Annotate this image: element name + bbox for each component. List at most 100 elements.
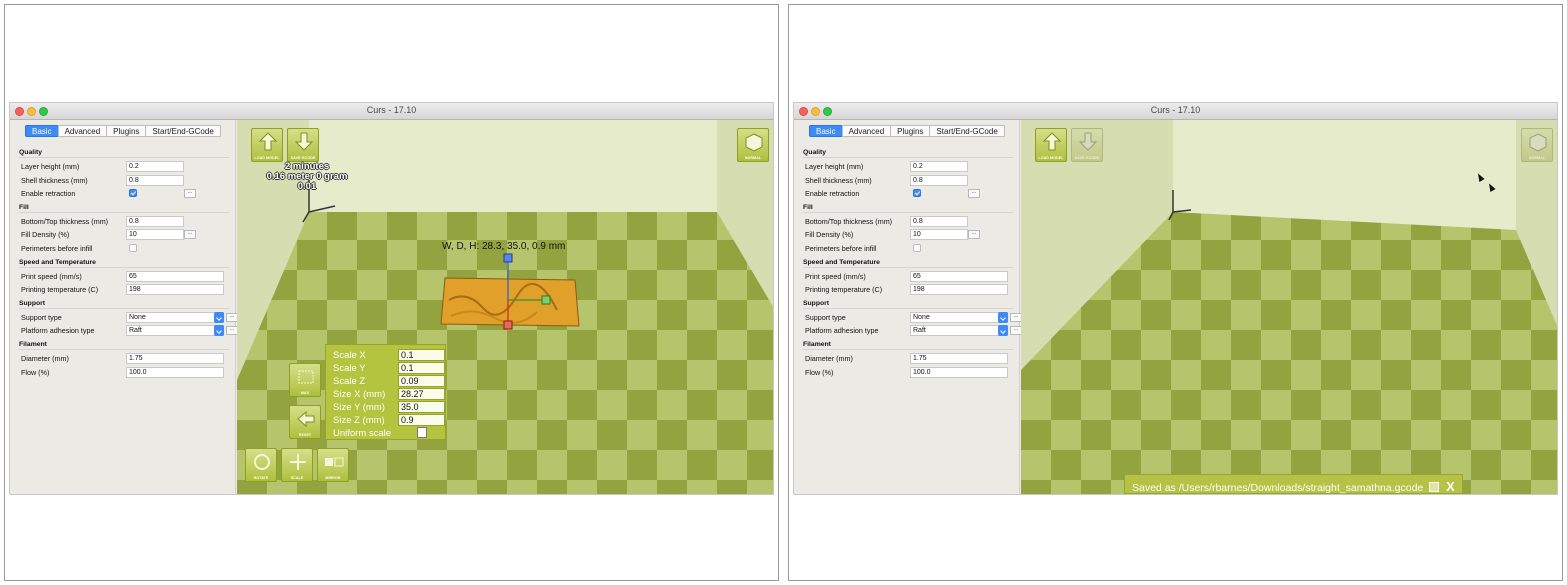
- perimeters-checkbox[interactable]: [913, 243, 921, 252]
- title-bar: Curs - 17.10: [794, 103, 1557, 120]
- uniform-scale-label: Uniform scale: [333, 428, 392, 439]
- platform-adhesion-select[interactable]: Raft: [126, 325, 224, 337]
- fill-more-button[interactable]: ...: [968, 230, 980, 240]
- estimate-cost: 0.01: [297, 181, 317, 192]
- load-model-button[interactable]: LOAD MODEL: [1035, 128, 1067, 162]
- layer-height-input[interactable]: 0.2: [126, 161, 184, 172]
- tab-basic[interactable]: Basic: [25, 125, 59, 137]
- save-gcode-button[interactable]: SAVE GCODE: [287, 128, 319, 162]
- rotate-button[interactable]: ROTATE: [245, 448, 277, 482]
- size-y-label: Size Y (mm): [333, 402, 385, 413]
- settings-sidebar: Basic Advanced Plugins Start/End-GCode Q…: [794, 120, 1024, 494]
- printing-temperature-label: Printing temperature (C): [805, 285, 883, 295]
- model-dimensions: W, D, H: 28.3, 35.0, 0.9 mm: [442, 241, 566, 252]
- scale-z-input[interactable]: 0.09: [398, 375, 445, 387]
- tab-basic[interactable]: Basic: [809, 125, 843, 137]
- layer-height-input[interactable]: 0.2: [910, 161, 968, 172]
- tab-advanced[interactable]: Advanced: [57, 125, 108, 137]
- max-scale-button[interactable]: MAX: [289, 363, 321, 397]
- bottom-top-thickness-input[interactable]: 0.8: [910, 215, 968, 227]
- view-mode-button[interactable]: NORMAL: [737, 128, 769, 162]
- platform-adhesion-value: Raft: [913, 327, 926, 335]
- scale-y-input[interactable]: 0.1: [398, 362, 445, 374]
- support-type-value: None: [129, 313, 146, 321]
- screenshot-left: Curs - 17.10 Basic Advanced Plugins Star…: [4, 4, 779, 581]
- section-support: Support: [803, 297, 1013, 309]
- 3d-viewport[interactable]: LOAD MODEL SAVE GCODE NORMAL 2 minutes 0…: [237, 120, 773, 494]
- print-speed-input[interactable]: 65: [126, 270, 224, 282]
- reset-scale-button[interactable]: RESET: [289, 405, 321, 439]
- flow-input[interactable]: 100.0: [910, 366, 1008, 378]
- bottom-top-thickness-input[interactable]: 0.8: [126, 215, 184, 227]
- scale-x-input[interactable]: 0.1: [398, 349, 445, 361]
- enable-retraction-checkbox[interactable]: [129, 189, 137, 198]
- bottom-top-thickness-label: Bottom/Top thickness (mm): [805, 216, 893, 226]
- section-quality: Quality: [803, 146, 1013, 158]
- chevron-down-icon: [214, 311, 224, 323]
- shell-thickness-input[interactable]: 0.8: [910, 174, 968, 186]
- flow-input[interactable]: 100.0: [126, 366, 224, 378]
- size-y-input[interactable]: 35.0: [398, 401, 445, 413]
- upload-icon: [258, 132, 278, 151]
- load-model-button[interactable]: LOAD MODEL: [251, 128, 283, 162]
- layer-height-label: Layer height (mm): [805, 162, 864, 171]
- enable-retraction-checkbox[interactable]: [913, 189, 921, 198]
- mirror-button[interactable]: MIRROR: [317, 448, 349, 482]
- save-gcode-button[interactable]: SAVE GCODE: [1071, 128, 1103, 162]
- retraction-more-button[interactable]: ...: [184, 189, 196, 199]
- tab-plugins[interactable]: Plugins: [890, 125, 931, 137]
- print-speed-label: Print speed (mm/s): [805, 271, 866, 281]
- maximize-icon: [298, 370, 314, 384]
- rotate-label: ROTATE: [253, 476, 269, 480]
- platform-adhesion-select[interactable]: Raft: [910, 325, 1008, 337]
- section-filament: Filament: [19, 338, 229, 350]
- printing-temperature-input[interactable]: 198: [126, 284, 224, 296]
- cube-icon: [1529, 133, 1547, 152]
- fill-more-button[interactable]: ...: [184, 230, 196, 240]
- 3d-viewport[interactable]: LOAD MODEL SAVE GCODE NORMAL Saved as /U…: [1021, 120, 1557, 494]
- scale-panel: Scale X 0.1 Scale Y 0.1 Scale Z 0.09 Size X…: [325, 344, 446, 440]
- cura-window: Curs - 17.10 Basic Advanced Plugins Star…: [793, 102, 1558, 495]
- support-type-select[interactable]: None: [126, 311, 224, 323]
- uniform-scale-lock-icon[interactable]: [417, 427, 427, 438]
- window-title: Curs - 17.10: [366, 105, 417, 115]
- printing-temperature-label: Printing temperature (C): [21, 285, 99, 295]
- view-mode-label: NORMAL: [1528, 156, 1546, 160]
- shell-thickness-input[interactable]: 0.8: [126, 174, 184, 186]
- tab-start-end-gcode[interactable]: Start/End-GCode: [145, 125, 221, 137]
- diameter-input[interactable]: 1.75: [126, 352, 224, 364]
- floppy-disk-icon[interactable]: [1429, 482, 1440, 492]
- title-bar: Curs - 17.10: [10, 103, 773, 120]
- load-model-label: LOAD MODEL: [1038, 156, 1064, 160]
- size-z-input[interactable]: 0.9: [398, 414, 445, 426]
- section-quality: Quality: [19, 146, 229, 158]
- perimeters-checkbox[interactable]: [129, 243, 137, 252]
- retraction-more-button[interactable]: ...: [968, 189, 980, 199]
- arrow-left-icon: [297, 410, 315, 428]
- close-notification-button[interactable]: X: [1446, 479, 1455, 494]
- scale-y-label: Scale Y: [333, 363, 366, 374]
- print-speed-input[interactable]: 65: [910, 270, 1008, 282]
- basic-settings-form: Quality Layer height (mm) 0.2 Shell thick…: [19, 146, 238, 379]
- size-x-input[interactable]: 28.27: [398, 388, 445, 400]
- diameter-label: Diameter (mm): [805, 353, 853, 363]
- section-speed-temperature: Speed and Temperature: [803, 256, 1013, 268]
- mirror-label: MIRROR: [325, 476, 341, 480]
- view-mode-button[interactable]: NORMAL: [1521, 128, 1553, 162]
- scale-arrows-icon: [290, 454, 306, 470]
- tab-start-end-gcode[interactable]: Start/End-GCode: [929, 125, 1005, 137]
- diameter-input[interactable]: 1.75: [910, 352, 1008, 364]
- scale-x-label: Scale X: [333, 350, 366, 361]
- printing-temperature-input[interactable]: 198: [910, 284, 1008, 296]
- reset-label: RESET: [298, 433, 312, 437]
- tab-advanced[interactable]: Advanced: [841, 125, 892, 137]
- diameter-label: Diameter (mm): [21, 353, 69, 363]
- shell-thickness-label: Shell thickness (mm): [805, 175, 872, 185]
- fill-density-input[interactable]: 10: [126, 229, 184, 241]
- mirror-icon: [325, 457, 344, 467]
- scale-button[interactable]: SCALE: [281, 448, 313, 482]
- basic-settings-form: Quality Layer height (mm) 0.2 Shell thick…: [803, 146, 1022, 379]
- fill-density-input[interactable]: 10: [910, 229, 968, 241]
- tab-plugins[interactable]: Plugins: [106, 125, 147, 137]
- support-type-select[interactable]: None: [910, 311, 1008, 323]
